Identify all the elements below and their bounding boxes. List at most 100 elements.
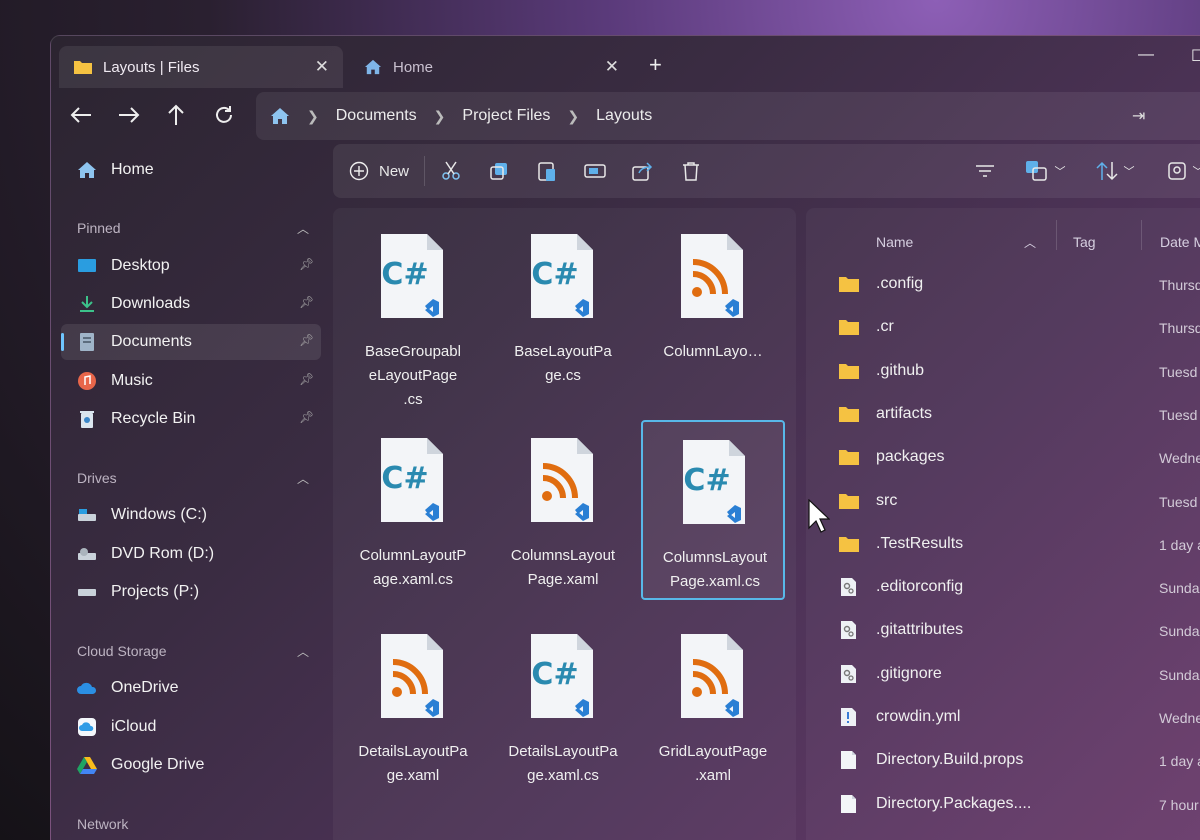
sidebar-item-music[interactable]: Music 📌︎ [61, 363, 321, 399]
table-row[interactable]: .TestResults 1 day a [806, 524, 1200, 564]
tab-layouts[interactable]: Layouts | Files ✕ [59, 46, 343, 88]
sidebar-item-icloud[interactable]: iCloud [61, 709, 321, 745]
column-divider[interactable] [1056, 220, 1057, 250]
table-row[interactable]: crowdin.yml Wedne [806, 697, 1200, 737]
pin-icon[interactable]: 📌︎ [299, 295, 314, 309]
minimize-icon[interactable]: — [1138, 46, 1154, 64]
file-icon [841, 794, 856, 813]
table-row[interactable]: .cr Thursd [806, 307, 1200, 347]
sidebar-item-label: Google Drive [111, 756, 205, 773]
address-bar[interactable]: ❯ Documents ❯ Project Files ❯ Layouts ⇥ [256, 92, 1200, 140]
sidebar-item-desktop[interactable]: Desktop 📌︎ [61, 248, 321, 284]
csharp-file-icon: C# [381, 438, 443, 522]
sort-button[interactable]: ﹀ [1093, 158, 1137, 184]
table-row[interactable]: .github Tuesd [806, 351, 1200, 391]
sidebar-item-windows-c[interactable]: Windows (C:) [61, 497, 321, 533]
maximize-icon[interactable]: ☐ [1191, 46, 1200, 66]
file-tile[interactable]: C# ColumnsLayout Page.xaml.cs [641, 420, 785, 600]
expand-address-icon[interactable]: ⇥ [1132, 106, 1145, 126]
file-tile[interactable]: ColumnsLayout Page.xaml [491, 420, 635, 600]
file-tile[interactable]: C# BaseLayoutPa ge.cs [491, 216, 635, 396]
row-name: .cr [876, 318, 894, 336]
breadcrumb-layouts[interactable]: Layouts [596, 107, 652, 125]
pin-icon[interactable]: 📌︎ [299, 372, 314, 386]
sidebar-item-onedrive[interactable]: OneDrive [61, 670, 321, 706]
sidebar-item-google-drive[interactable]: Google Drive [61, 747, 321, 783]
paste-icon [538, 162, 555, 181]
file-name-line: .xaml [695, 767, 731, 784]
copy-button[interactable] [487, 158, 511, 184]
table-row[interactable]: artifacts Tuesd [806, 394, 1200, 434]
file-tile[interactable]: ColumnLayo… [641, 216, 785, 396]
file-tile[interactable]: GridLayoutPage .xaml [641, 616, 785, 796]
csharp-file-icon: C# [531, 634, 593, 718]
chevron-up-icon[interactable]: ︿ [297, 470, 309, 487]
column-header-date[interactable]: Date M [1160, 234, 1200, 250]
music-icon [77, 371, 97, 391]
column-divider[interactable] [1141, 220, 1142, 250]
delete-button[interactable] [679, 158, 703, 184]
refresh-button[interactable] [204, 98, 244, 132]
file-tile[interactable]: C# DetailsLayoutPa ge.xaml.cs [491, 616, 635, 796]
file-tile[interactable]: DetailsLayoutPa ge.xaml [341, 616, 485, 796]
up-button[interactable] [156, 98, 196, 132]
table-row[interactable]: packages Wedne [806, 437, 1200, 477]
table-row[interactable]: .config Thursd [806, 264, 1200, 304]
pin-icon[interactable]: 📌︎ [299, 410, 314, 424]
close-tab-icon[interactable]: ✕ [315, 57, 329, 77]
file-name-label: ColumnLayoutP age.xaml.cs [341, 544, 485, 592]
tab-home[interactable]: Home ✕ [349, 46, 633, 88]
table-row[interactable]: .gitattributes Sunda [806, 610, 1200, 650]
pin-icon[interactable]: 📌︎ [299, 333, 314, 347]
new-button[interactable]: New [349, 158, 429, 184]
view-options-button[interactable]: ﹀ [1023, 158, 1067, 184]
chevron-up-icon[interactable]: ︿ [297, 643, 309, 660]
section-pinned[interactable]: Pinned ︿ [77, 220, 309, 236]
row-date: Tuesd [1159, 406, 1198, 423]
column-header-tag[interactable]: Tag [1073, 234, 1096, 250]
back-button[interactable] [61, 98, 101, 132]
chevron-up-icon[interactable]: ︿ [297, 220, 309, 237]
filter-button[interactable] [973, 158, 997, 184]
share-button[interactable] [631, 158, 655, 184]
table-row[interactable]: .gitignore Sunda [806, 654, 1200, 694]
sidebar-item-dvd-rom-d[interactable]: DVD Rom (D:) [61, 536, 321, 572]
sidebar-item-documents[interactable]: Documents 📌︎ [61, 324, 321, 360]
sidebar-item-recycle-bin[interactable]: Recycle Bin 📌︎ [61, 401, 321, 437]
table-row[interactable]: Directory.Build.props 1 day a [806, 740, 1200, 780]
breadcrumb-documents[interactable]: Documents [336, 107, 417, 125]
row-name: Directory.Packages.... [876, 794, 1032, 812]
section-drives[interactable]: Drives ︿ [77, 470, 309, 486]
section-network[interactable]: Network [77, 816, 309, 832]
arrow-right-icon [119, 107, 140, 123]
sidebar-item-projects-p[interactable]: Projects (P:) [61, 574, 321, 610]
rename-button[interactable] [583, 158, 607, 184]
copy-icon [490, 163, 507, 180]
home-icon[interactable] [270, 107, 290, 125]
sidebar-item-downloads[interactable]: Downloads 📌︎ [61, 286, 321, 322]
row-name: .gitignore [876, 664, 942, 682]
forward-button[interactable] [109, 98, 149, 132]
paste-button[interactable] [535, 158, 559, 184]
close-tab-icon[interactable]: ✕ [605, 57, 619, 77]
file-name-line: ge.cs [545, 367, 581, 384]
table-row[interactable]: Directory.Packages.... 7 hour [806, 784, 1200, 824]
file-tile[interactable]: C# ColumnLayoutP age.xaml.cs [341, 420, 485, 600]
file-name-line: DetailsLayoutPa [358, 743, 468, 760]
cut-button[interactable] [439, 158, 463, 184]
details-view-pane: Name ︿ Tag Date M .config Thursd .cr Thu… [806, 208, 1200, 840]
sidebar-item-home[interactable]: Home [61, 152, 321, 188]
pin-icon[interactable]: 📌︎ [299, 257, 314, 271]
file-name-line: age.xaml.cs [372, 571, 454, 588]
section-cloud-storage[interactable]: Cloud Storage ︿ [77, 643, 309, 659]
table-row[interactable]: src Tuesd [806, 481, 1200, 521]
breadcrumb-project-files[interactable]: Project Files [462, 107, 550, 125]
sort-ascending-icon[interactable]: ︿ [1024, 234, 1036, 251]
preview-button[interactable]: ﹀ [1163, 158, 1200, 184]
column-header-name[interactable]: Name [876, 234, 913, 250]
table-row[interactable]: .editorconfig Sunda [806, 567, 1200, 607]
file-tile[interactable]: C# BaseGroupabl eLayoutPage .cs [341, 216, 485, 408]
file-name-label: ColumnsLayout Page.xaml.cs [643, 546, 787, 594]
file-name-label: ColumnLayo… [641, 340, 785, 364]
new-tab-button[interactable]: + [649, 52, 662, 78]
